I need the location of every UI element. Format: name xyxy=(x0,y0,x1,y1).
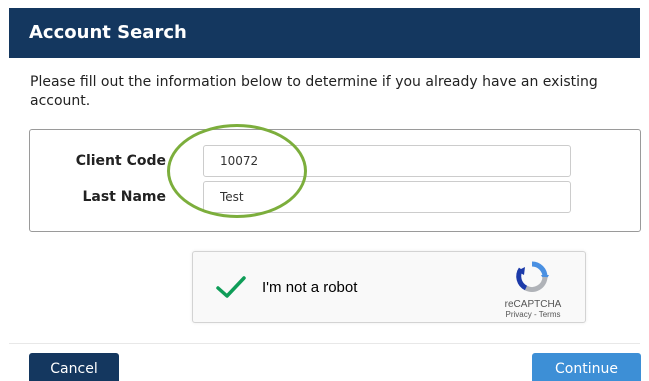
client-code-label: Client Code xyxy=(75,153,166,169)
cancel-button[interactable]: Cancel xyxy=(29,353,119,381)
recaptcha-label: I'm not a robot xyxy=(262,279,358,296)
dialog-title: Account Search xyxy=(29,22,187,43)
client-code-input[interactable] xyxy=(203,145,571,177)
dialog-header: Account Search xyxy=(9,8,640,58)
recaptcha-brand: reCAPTCHA xyxy=(504,299,562,310)
footer-divider xyxy=(9,343,640,344)
recaptcha-logo-icon xyxy=(514,261,550,293)
continue-button[interactable]: Continue xyxy=(532,353,641,381)
recaptcha-privacy-terms-links[interactable]: Privacy - Terms xyxy=(493,310,573,319)
recaptcha-widget: I'm not a robot reCAPTCHA Privacy - Term… xyxy=(192,251,586,323)
account-search-form: Client Code Last Name xyxy=(29,129,641,232)
last-name-input[interactable] xyxy=(203,181,571,213)
checkmark-icon[interactable] xyxy=(215,274,247,300)
intro-text: Please fill out the information below to… xyxy=(30,74,598,109)
last-name-label: Last Name xyxy=(82,189,166,205)
